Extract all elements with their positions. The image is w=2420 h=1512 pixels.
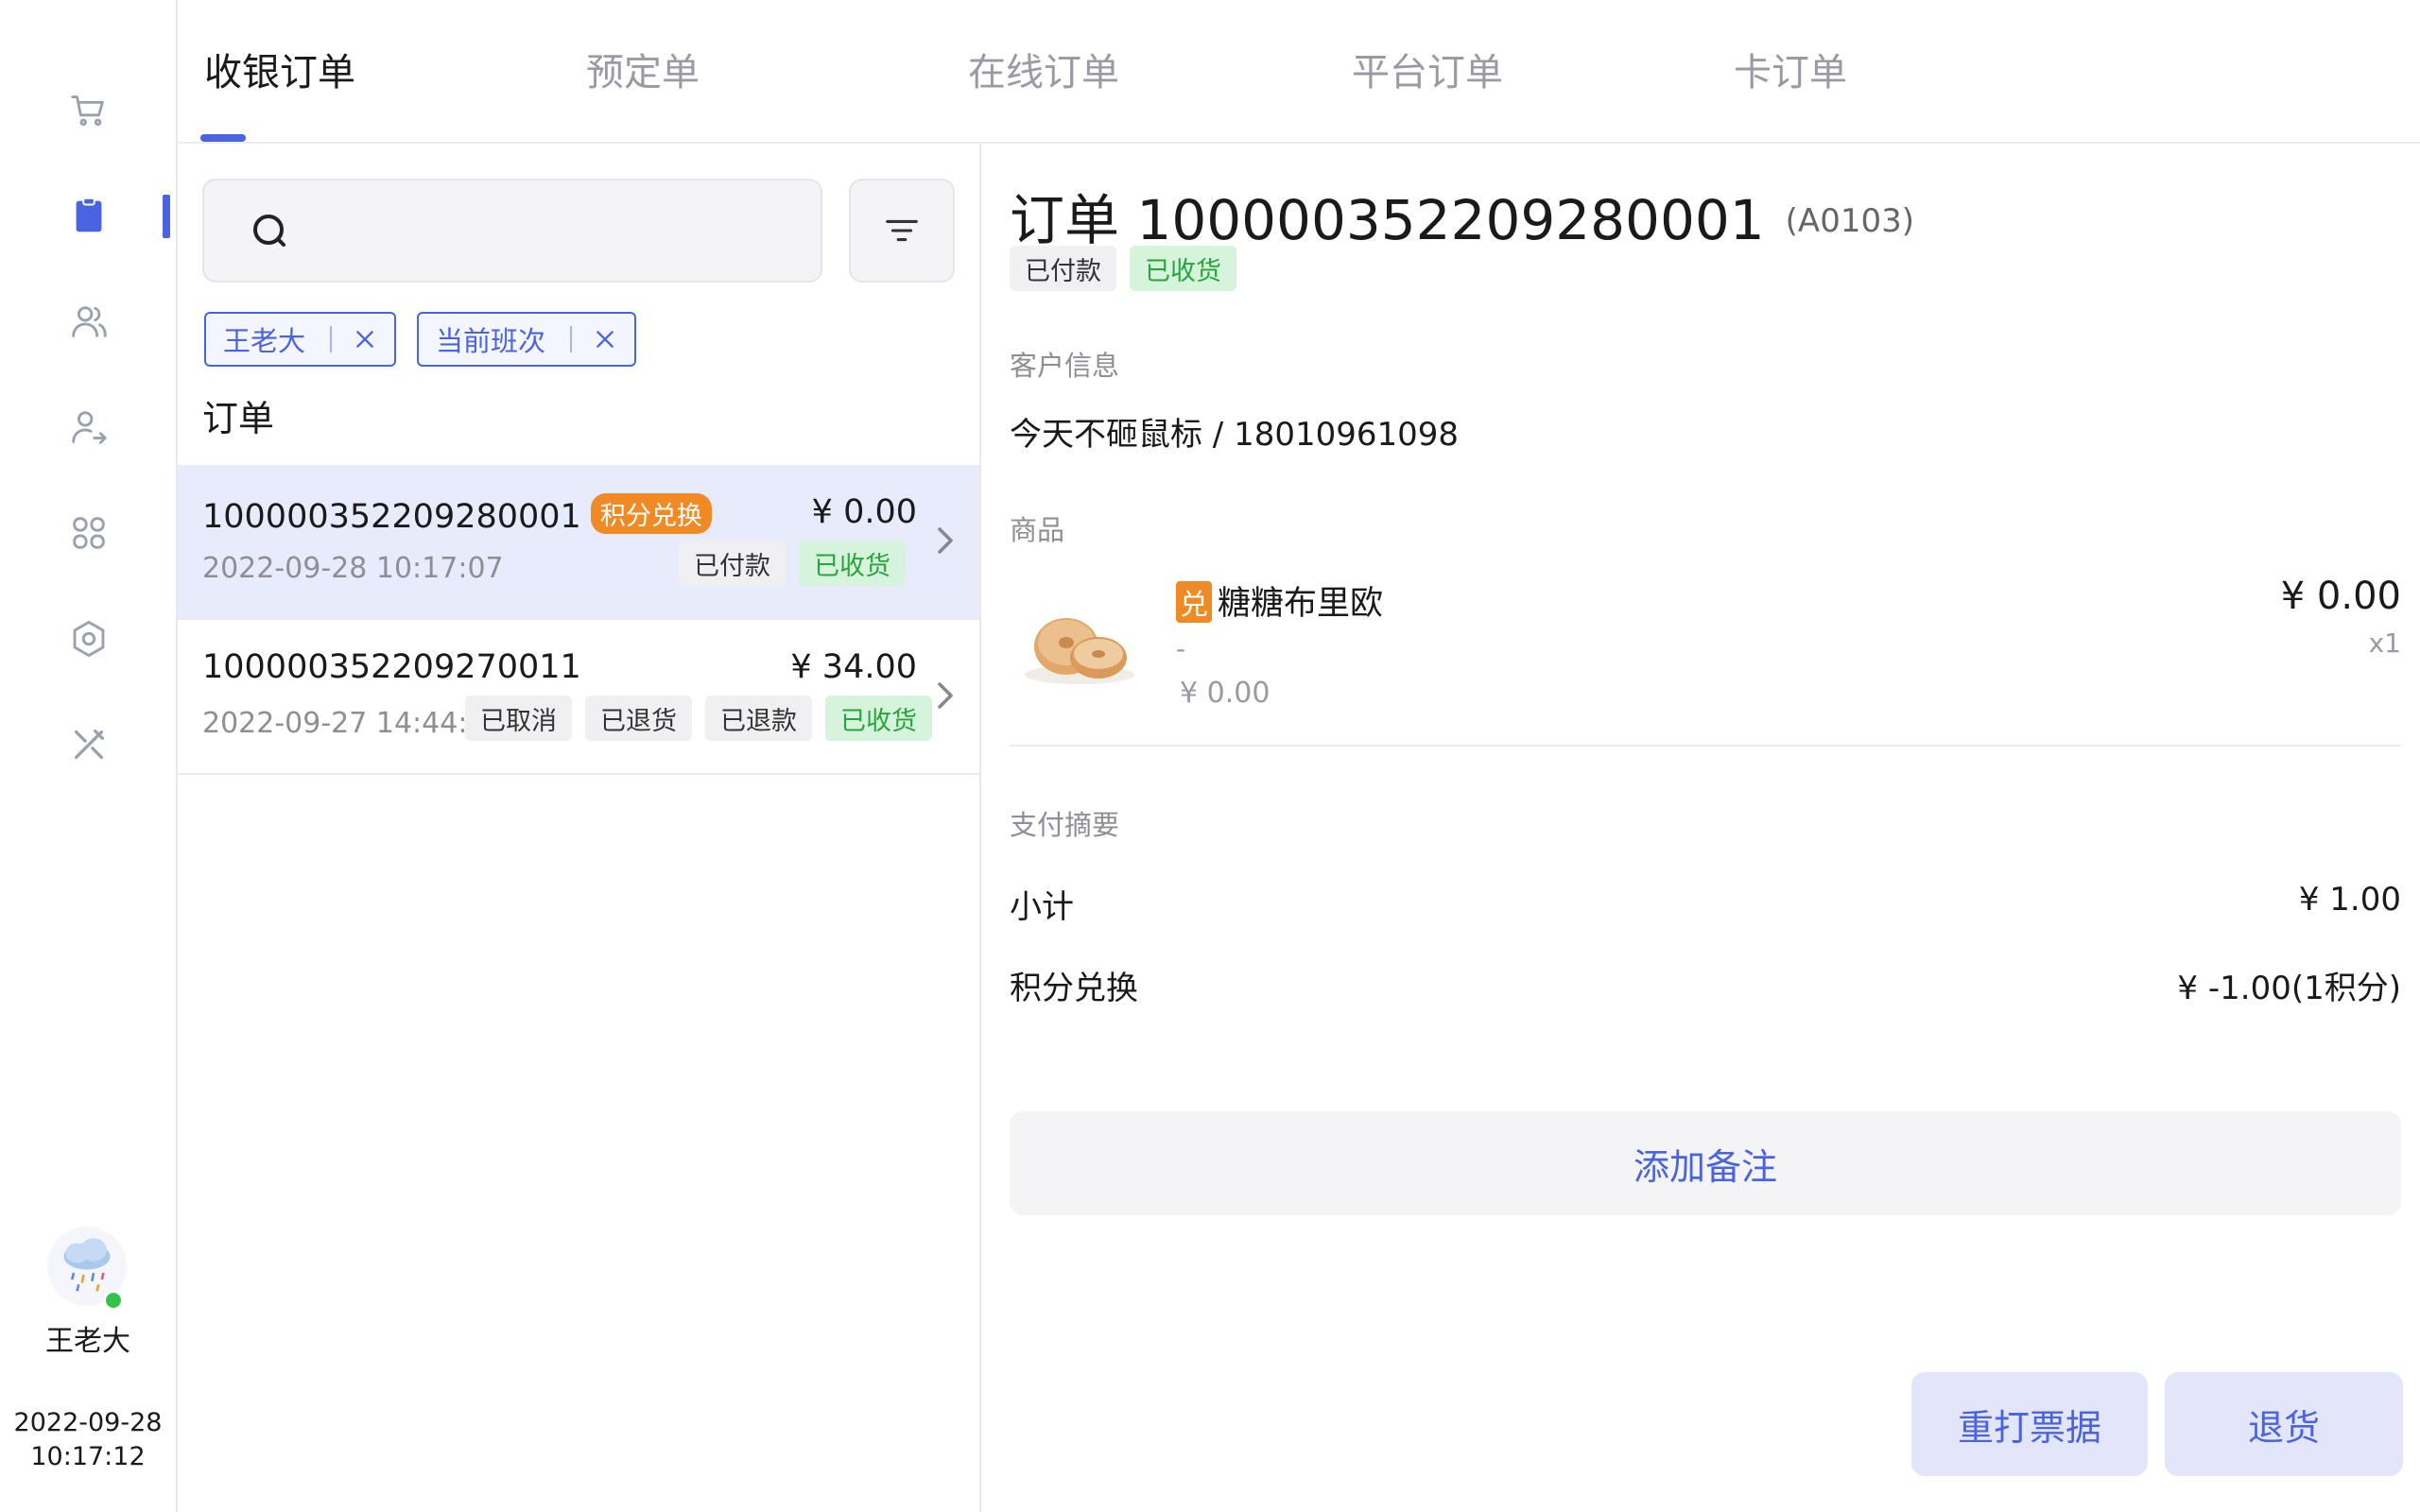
order-list-title: 订单	[202, 398, 275, 439]
product-price: ¥ 0.00	[2280, 575, 2401, 618]
nav-members[interactable]	[60, 293, 117, 350]
clipboard-icon	[76, 197, 102, 232]
user-transfer-icon	[72, 411, 107, 444]
tools-icon	[74, 729, 105, 760]
subtotal-value: ¥ 1.00	[2298, 881, 2401, 919]
nav-apps[interactable]	[60, 505, 117, 561]
order-detail-title: 订单 100000352209280001 (A0103)	[1010, 176, 1914, 255]
subtotal-row: 小计 ¥ 1.00	[1010, 881, 2401, 927]
status-badge-cancelled: 已取消	[465, 696, 572, 741]
refund-button[interactable]: 退货	[2165, 1372, 2403, 1476]
order-number-text: 100000352209280001	[202, 498, 581, 536]
product-spec: -	[1176, 633, 1186, 664]
status-badge-returned: 已退货	[585, 696, 692, 741]
status-badge-paid: 已付款	[1010, 246, 1116, 291]
nav-settings[interactable]	[60, 610, 117, 667]
order-number: 100000352209270011	[202, 648, 581, 686]
search-input[interactable]	[202, 179, 822, 283]
chip-separator	[330, 326, 333, 352]
add-note-button[interactable]: 添加备注	[1010, 1111, 2401, 1215]
order-status-tags: 已取消 已退货 已退款 已收货	[465, 696, 932, 741]
order-row-selected[interactable]: 100000352209280001 积分兑换 ¥ 0.00 2022-09-28…	[178, 465, 979, 620]
order-time: 2022-09-28 10:17:07	[202, 552, 504, 585]
panel-divider	[979, 142, 981, 1512]
order-code: (A0103)	[1785, 202, 1914, 240]
filter-icon	[886, 219, 918, 242]
active-tab-indicator	[200, 134, 246, 142]
tab-card-orders[interactable]: 卡订单	[1734, 42, 1847, 96]
current-datetime: 2022-09-28 10:17:12	[0, 1406, 176, 1474]
detail-status-tags: 已付款 已收货	[1010, 246, 1236, 291]
gear-icon	[73, 620, 105, 658]
status-badge-paid: 已付款	[679, 541, 786, 586]
order-time: 2022-09-27 14:44:43	[202, 707, 504, 740]
products-label: 商品	[1010, 514, 1065, 546]
payment-summary-label: 支付摘要	[1010, 809, 1120, 841]
section-divider	[1010, 745, 2401, 747]
filter-chip-shift: 当前班次	[417, 312, 637, 367]
filter-chip-label: 当前班次	[436, 325, 546, 357]
nav-shift[interactable]	[60, 399, 117, 455]
order-amount: ¥ 34.00	[790, 648, 917, 686]
nav-tools[interactable]	[60, 716, 117, 773]
side-nav: 王老大 2022-09-28 10:17:12	[0, 0, 178, 1512]
chip-separator	[570, 326, 573, 352]
current-time: 10:17:12	[30, 1442, 146, 1471]
points-exchange-label: 积分兑换	[1010, 970, 1138, 1007]
exchange-badge: 兑	[1176, 581, 1212, 623]
points-exchange-badge: 积分兑换	[590, 493, 712, 534]
status-badge-received: 已收货	[825, 696, 932, 741]
customer-info: 今天不砸鼠标 / 18010961098	[1010, 416, 1460, 454]
apps-icon	[73, 517, 105, 549]
nav-cart[interactable]	[60, 81, 117, 138]
cart-icon	[71, 95, 104, 127]
user-name: 王老大	[45, 1325, 130, 1358]
close-icon[interactable]	[593, 327, 617, 352]
search-icon	[253, 215, 285, 247]
order-status-tags: 已付款 已收货	[679, 541, 906, 586]
rain-cloud-icon	[63, 1238, 111, 1292]
order-title-text: 订单 100000352209280001	[1010, 188, 1765, 252]
subtotal-label: 小计	[1010, 888, 1074, 926]
product-quantity: x1	[2368, 627, 2401, 659]
status-badge-received: 已收货	[1130, 246, 1236, 291]
filter-chip-label: 王老大	[223, 325, 306, 357]
product-name-text: 糖糖布里欧	[1218, 585, 1384, 623]
tab-platform-orders[interactable]: 平台订单	[1352, 42, 1503, 96]
product-image	[1025, 618, 1134, 684]
tab-reservations[interactable]: 预定单	[586, 42, 700, 96]
reprint-receipt-button[interactable]: 重打票据	[1911, 1372, 2148, 1476]
chevron-right-icon	[938, 682, 953, 709]
nav-orders[interactable]	[60, 187, 117, 244]
filter-button[interactable]	[849, 179, 955, 283]
chevron-right-icon	[938, 527, 953, 554]
order-amount: ¥ 0.00	[811, 493, 917, 531]
tab-cashier-orders[interactable]: 收银订单	[204, 42, 355, 96]
product-name: 兑糖糖布里欧	[1176, 576, 1383, 625]
filter-chip-cashier: 王老大	[204, 312, 397, 367]
online-status-dot	[104, 1291, 123, 1310]
status-badge-refunded: 已退款	[705, 696, 812, 741]
order-number: 100000352209280001 积分兑换	[202, 493, 712, 536]
nav-active-indicator	[163, 195, 170, 238]
tab-online-orders[interactable]: 在线订单	[968, 42, 1119, 96]
customer-info-label: 客户信息	[1010, 350, 1120, 382]
close-icon[interactable]	[353, 327, 377, 352]
points-exchange-value: ¥ -1.00(1积分)	[2177, 970, 2401, 1007]
product-unit-price: ¥ 0.00	[1180, 677, 1270, 710]
users-icon	[72, 306, 107, 337]
status-badge-received: 已收货	[799, 541, 906, 586]
current-date: 2022-09-28	[13, 1408, 163, 1437]
order-tabs: 收银订单 预定单 在线订单 平台订单 卡订单	[176, 0, 2420, 144]
order-row[interactable]: 100000352209270011 ¥ 34.00 2022-09-27 14…	[178, 620, 979, 775]
points-exchange-row: 积分兑换 ¥ -1.00(1积分)	[1010, 962, 2401, 1008]
